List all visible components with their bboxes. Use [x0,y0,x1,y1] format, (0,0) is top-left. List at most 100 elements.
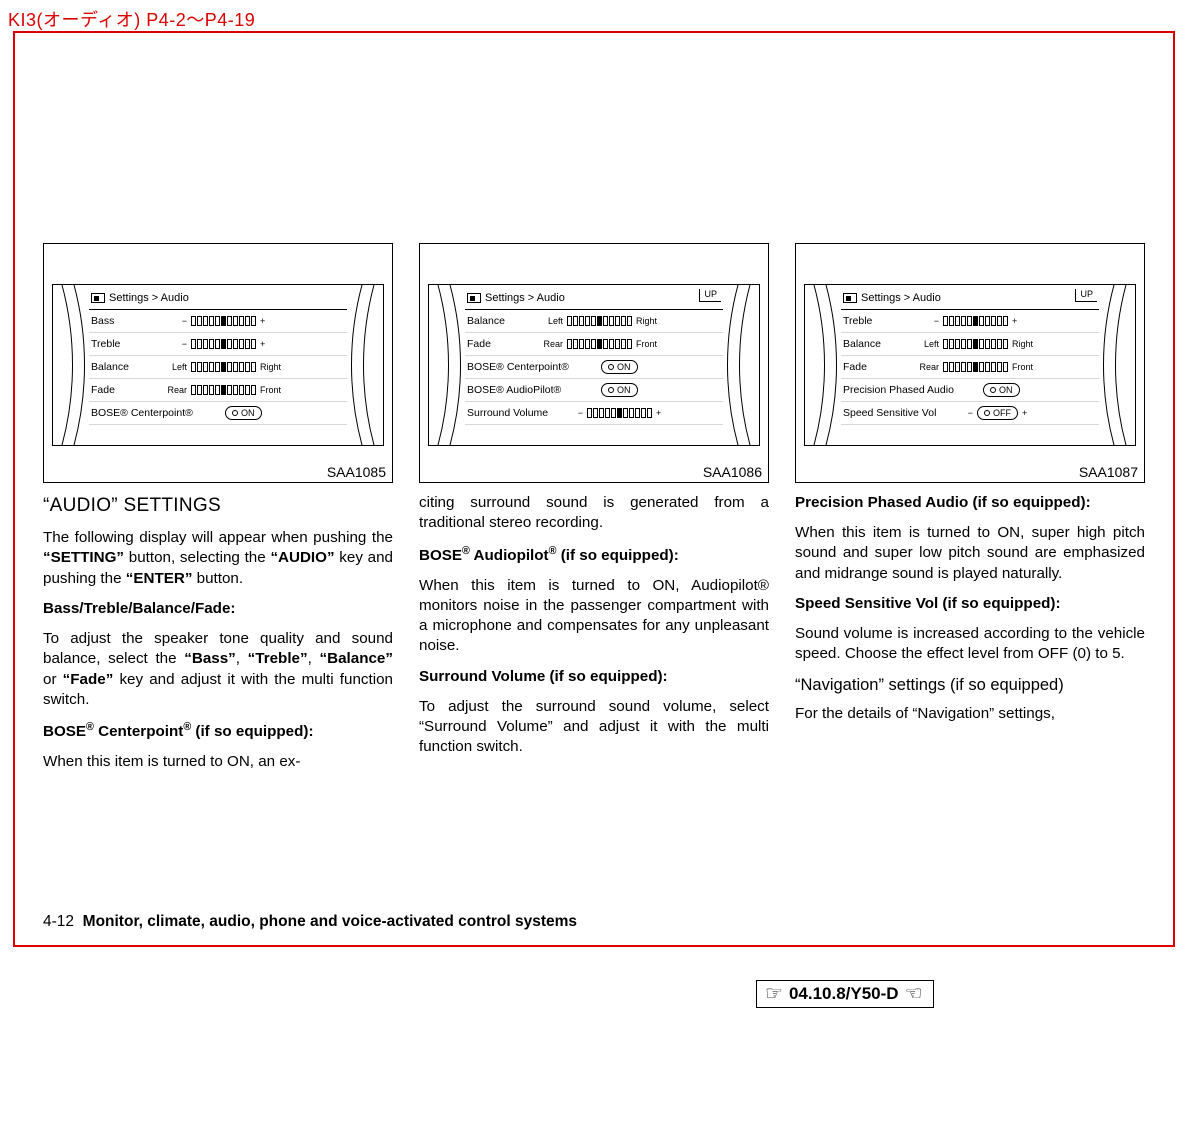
screen-1-lcd: Settings > Audio Bass−+ Treble− + Balance… [52,284,384,446]
breadcrumb-text: Settings > Audio [861,292,941,304]
centerpoint-text: When this item is turned to ON, an ex- [43,752,393,772]
audio-settings-heading: “AUDIO” SETTINGS [43,493,393,518]
screen-2: Settings > AudioUP BalanceLeftRight Fade… [419,243,769,483]
row-right: Right [1012,339,1042,349]
screen-1-row-centerpoint: BOSE® Centerpoint® ON [89,402,347,425]
slider-bar [191,316,256,326]
up-indicator: UP [1075,289,1097,302]
screen-2-row-fade: Fade Rear Front [465,333,723,356]
on-pill: ON [983,383,1020,397]
screen-2-label: SAA1086 [703,464,762,480]
screen-1-row-balance: BalanceLeftRight [89,356,347,379]
row-left: − [963,408,973,418]
breadcrumb-icon [843,293,857,303]
screen-3-lcd: Settings > AudioUP Treble−+ BalanceLeftR… [804,284,1136,446]
row-name: Balance [91,361,157,373]
surround-heading: Surround Volume (if so equipped): [419,667,769,687]
row-right: + [656,408,666,418]
row-right: Front [1012,362,1042,372]
row-left: Rear [537,339,563,349]
row-name: Treble [91,338,157,350]
navigation-heading: “Navigation” settings (if so equipped) [795,675,1145,697]
row-name: Fade [467,338,533,350]
slider-bar [191,362,256,372]
row-left: Left [913,339,939,349]
screens-row: Settings > Audio Bass−+ Treble−+ Balance… [43,243,1145,483]
screen-1-row-bass: Bass−+ [89,310,347,333]
on-pill: ON [225,406,262,420]
screen-1-label: SAA1085 [327,464,386,480]
page-frame: Settings > Audio Bass−+ Treble−+ Balance… [13,31,1175,947]
on-pill: ON [601,360,638,374]
row-right: Front [636,339,666,349]
screen-1: Settings > Audio Bass−+ Treble− + Balance… [43,243,393,483]
row-name: Precision Phased Audio [843,384,979,396]
on-pill: ON [601,383,638,397]
row-left: − [161,339,187,349]
row-right: + [1022,408,1032,418]
row-name: Fade [91,384,157,396]
row-name: Treble [843,315,909,327]
hand-left-icon: ☞ [765,984,783,1004]
slider-bar [943,339,1008,349]
screen-3: Settings > AudioUP Treble−+ BalanceLeftR… [795,243,1145,483]
column-1: “AUDIO” SETTINGS The following display w… [43,493,393,783]
slider-bar [587,408,652,418]
row-name: Speed Sensitive Vol [843,407,959,419]
pill-text: ON [617,362,631,372]
slider-bar [943,362,1008,372]
row-name: Balance [467,315,533,327]
column-2: citing surround sound is generated from … [419,493,769,783]
revision-text: 04.10.8/Y50-D [789,984,899,1004]
pill-text: ON [617,385,631,395]
centerpoint-continuation: citing surround sound is generated from … [419,493,769,533]
row-name: Fade [843,361,909,373]
revision-stamp: ☞ 04.10.8/Y50-D ☜ [756,980,934,1008]
screen-3-box: Settings > AudioUP Treble−+ BalanceLeftR… [795,243,1145,483]
row-left: Left [161,362,187,372]
breadcrumb-icon [467,293,481,303]
breadcrumb-icon [91,293,105,303]
screen-3-breadcrumb: Settings > Audio UP [841,289,1099,310]
slider-bar [191,339,256,349]
column-3: Precision Phased Audio (if so equipped):… [795,493,1145,783]
screen-1-row-fade: FadeRearFront [89,379,347,402]
row-right: + [260,339,290,349]
row-left: Rear [913,362,939,372]
precision-text: When this item is turned to ON, super hi… [795,523,1145,584]
screen-1-breadcrumb: Settings > Audio [89,289,347,310]
row-name: Bass [91,315,157,327]
audiopilot-heading: BOSE® Audiopilot® (if so equipped): [419,543,769,565]
slider-bar [567,316,632,326]
header-annotation: KI3(オーディオ) P4-2～P4-19 [8,6,255,32]
precision-heading: Precision Phased Audio (if so equipped): [795,493,1145,513]
bass-treble-heading: Bass/Treble/Balance/Fade: [43,599,393,619]
audiopilot-text: When this item is turned to ON, Audiopil… [419,576,769,657]
breadcrumb-text: Settings > Audio [109,292,189,304]
screen-3-row-speedvol: Speed Sensitive Vol− OFF + [841,402,1099,425]
row-name: Balance [843,338,909,350]
bass-treble-text: To adjust the speaker tone quality and s… [43,629,393,710]
screen-2-box: Settings > AudioUP BalanceLeftRight Fade… [419,243,769,483]
pill-text: OFF [993,408,1011,418]
pill-text: ON [999,385,1013,395]
slider-bar [191,385,256,395]
centerpoint-heading: BOSE® Centerpoint® (if so equipped): [43,720,393,742]
page-number: 4-12 [43,913,74,930]
screen-3-row-fade: Fade Rear Front [841,356,1099,379]
row-left: Rear [161,385,187,395]
row-left: − [573,408,583,418]
slider-bar [943,316,1008,326]
row-name: BOSE® AudioPilot® [467,384,597,396]
screen-3-row-treble: Treble−+ [841,310,1099,333]
pill-text: ON [241,408,255,418]
row-name: Surround Volume [467,407,569,419]
screen-1-box: Settings > Audio Bass−+ Treble− + Balance… [43,243,393,483]
row-left: − [913,316,939,326]
row-right: + [260,316,290,326]
screen-2-row-centerpoint: BOSE® Centerpoint®ON [465,356,723,379]
row-name: BOSE® Centerpoint® [91,407,221,419]
slider-bar [567,339,632,349]
text-columns: “AUDIO” SETTINGS The following display w… [43,493,1145,783]
screen-3-row-balance: Balance Left Right [841,333,1099,356]
